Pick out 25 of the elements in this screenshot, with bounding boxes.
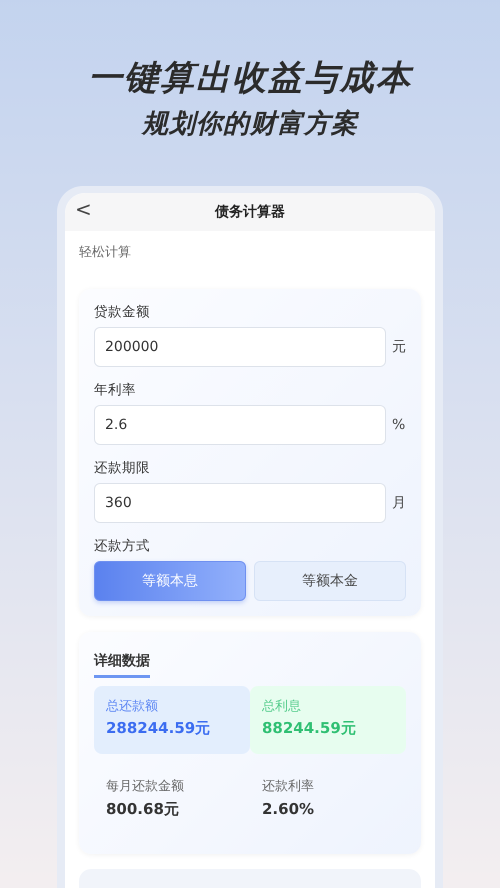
repayment-option[interactable]: 等额本金 (254, 561, 406, 601)
screen-title: 债务计算器 (215, 202, 285, 222)
field-label: 还款方式 (94, 538, 150, 554)
stat-label: 每月还款金额 (106, 778, 185, 796)
stat-label: 还款利率 (262, 778, 315, 796)
tile-label: 总还款额 (106, 698, 159, 716)
back-button[interactable]: < (75, 197, 92, 221)
input-field[interactable]: 360 (94, 483, 386, 523)
subtitle: 轻松计算 (79, 245, 131, 260)
subheadline: 规划你的财富方案 (140, 108, 360, 140)
field-label: 年利率 (94, 382, 136, 398)
unit-label: 元 (392, 338, 406, 356)
tile-label: 总利息 (262, 698, 302, 716)
headline: 一键算出收益与成本 (87, 58, 415, 98)
section-title: 详细数据 (94, 651, 150, 678)
field-label: 还款期限 (94, 460, 150, 476)
unit-label: % (392, 416, 406, 434)
field-label: 贷款金额 (94, 304, 150, 320)
tile-value: 288244.59元 (106, 718, 212, 739)
tile-value: 88244.59元 (262, 718, 357, 739)
stat-value: 2.60% (262, 799, 316, 820)
input-field[interactable]: 2.6 (94, 405, 386, 445)
input-field[interactable]: 200000 (94, 327, 386, 367)
stat-value: 800.68元 (106, 799, 180, 820)
unit-label: 月 (392, 494, 406, 512)
